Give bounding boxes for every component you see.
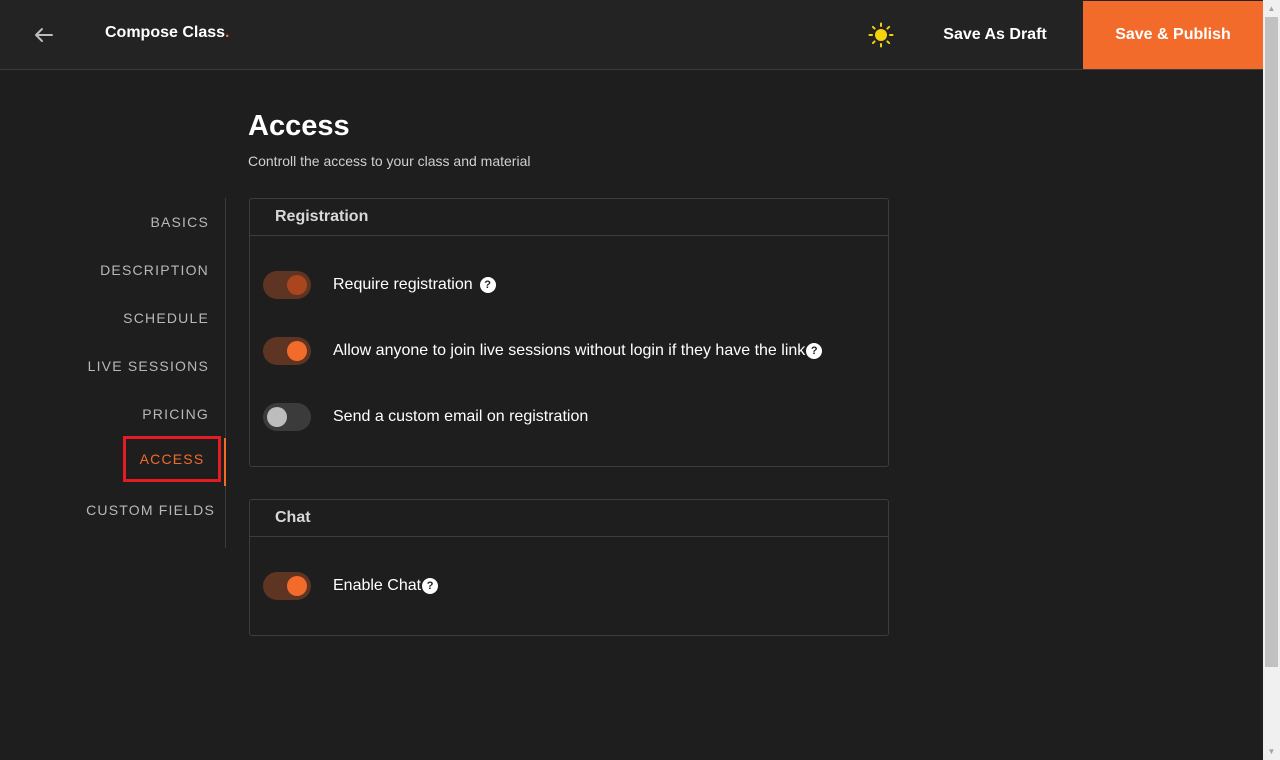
arrow-left-icon [35, 28, 53, 42]
nav-item-live-sessions[interactable]: LIVE SESSIONS [88, 342, 209, 390]
nav-item-schedule[interactable]: SCHEDULE [123, 294, 209, 342]
toggle-knob [287, 275, 307, 295]
side-nav: BASICS DESCRIPTION SCHEDULE LIVE SESSION… [60, 198, 226, 548]
nav-item-pricing[interactable]: PRICING [142, 390, 209, 438]
option-label-wrap: Require registration ? [333, 276, 496, 294]
title-dot: . [225, 24, 230, 41]
toggle-knob [267, 407, 287, 427]
back-button[interactable] [28, 20, 60, 50]
section-heading: Access [248, 110, 350, 142]
option-row-custom-email: Send a custom email on registration [263, 400, 588, 434]
scroll-down-arrow-icon[interactable]: ▼ [1263, 743, 1280, 760]
top-bar: Compose Class. Save As Draft Save & Publ… [0, 0, 1263, 70]
toggle-knob [287, 341, 307, 361]
option-row-enable-chat: Enable Chat ? [263, 569, 439, 603]
scrollbar[interactable]: ▲ ▼ [1263, 0, 1280, 760]
option-row-require-registration: Require registration ? [263, 268, 496, 302]
enable-chat-toggle[interactable] [263, 572, 311, 600]
theme-toggle-button[interactable] [866, 20, 896, 50]
nav-item-access[interactable]: ACCESS [123, 436, 221, 482]
sun-icon [868, 22, 894, 48]
help-icon[interactable]: ? [806, 343, 823, 359]
nav-item-description[interactable]: DESCRIPTION [100, 246, 209, 294]
require-registration-label: Require registration [333, 276, 473, 293]
scroll-up-arrow-icon[interactable]: ▲ [1263, 0, 1280, 17]
scroll-thumb[interactable] [1265, 17, 1278, 667]
require-registration-toggle[interactable] [263, 271, 311, 299]
chat-card-title: Chat [250, 500, 888, 537]
allow-anyone-label: Allow anyone to join live sessions witho… [333, 342, 806, 359]
help-icon[interactable]: ? [479, 277, 496, 293]
page-title: Compose Class. [105, 24, 230, 42]
title-text: Compose Class [105, 24, 226, 41]
option-label-wrap: Enable Chat ? [333, 577, 439, 595]
registration-card-title: Registration [250, 199, 888, 236]
active-nav-indicator [224, 438, 226, 486]
allow-anyone-toggle[interactable] [263, 337, 311, 365]
help-icon[interactable]: ? [422, 578, 439, 594]
section-subtitle: Controll the access to your class and ma… [248, 153, 531, 169]
chat-card: Chat Enable Chat ? [249, 499, 889, 636]
option-label-wrap: Send a custom email on registration [333, 408, 588, 426]
save-draft-button[interactable]: Save As Draft [930, 16, 1060, 54]
custom-email-toggle[interactable] [263, 403, 311, 431]
enable-chat-label: Enable Chat [333, 577, 422, 594]
option-label-wrap: Allow anyone to join live sessions witho… [333, 342, 823, 360]
save-publish-button[interactable]: Save & Publish [1083, 1, 1263, 69]
nav-item-basics[interactable]: BASICS [150, 198, 209, 246]
nav-item-custom-fields[interactable]: CUSTOM FIELDS [86, 486, 215, 534]
custom-email-label: Send a custom email on registration [333, 408, 589, 425]
toggle-knob [287, 576, 307, 596]
option-row-allow-anyone: Allow anyone to join live sessions witho… [263, 334, 823, 368]
registration-card: Registration Require registration ? Allo… [249, 198, 889, 467]
